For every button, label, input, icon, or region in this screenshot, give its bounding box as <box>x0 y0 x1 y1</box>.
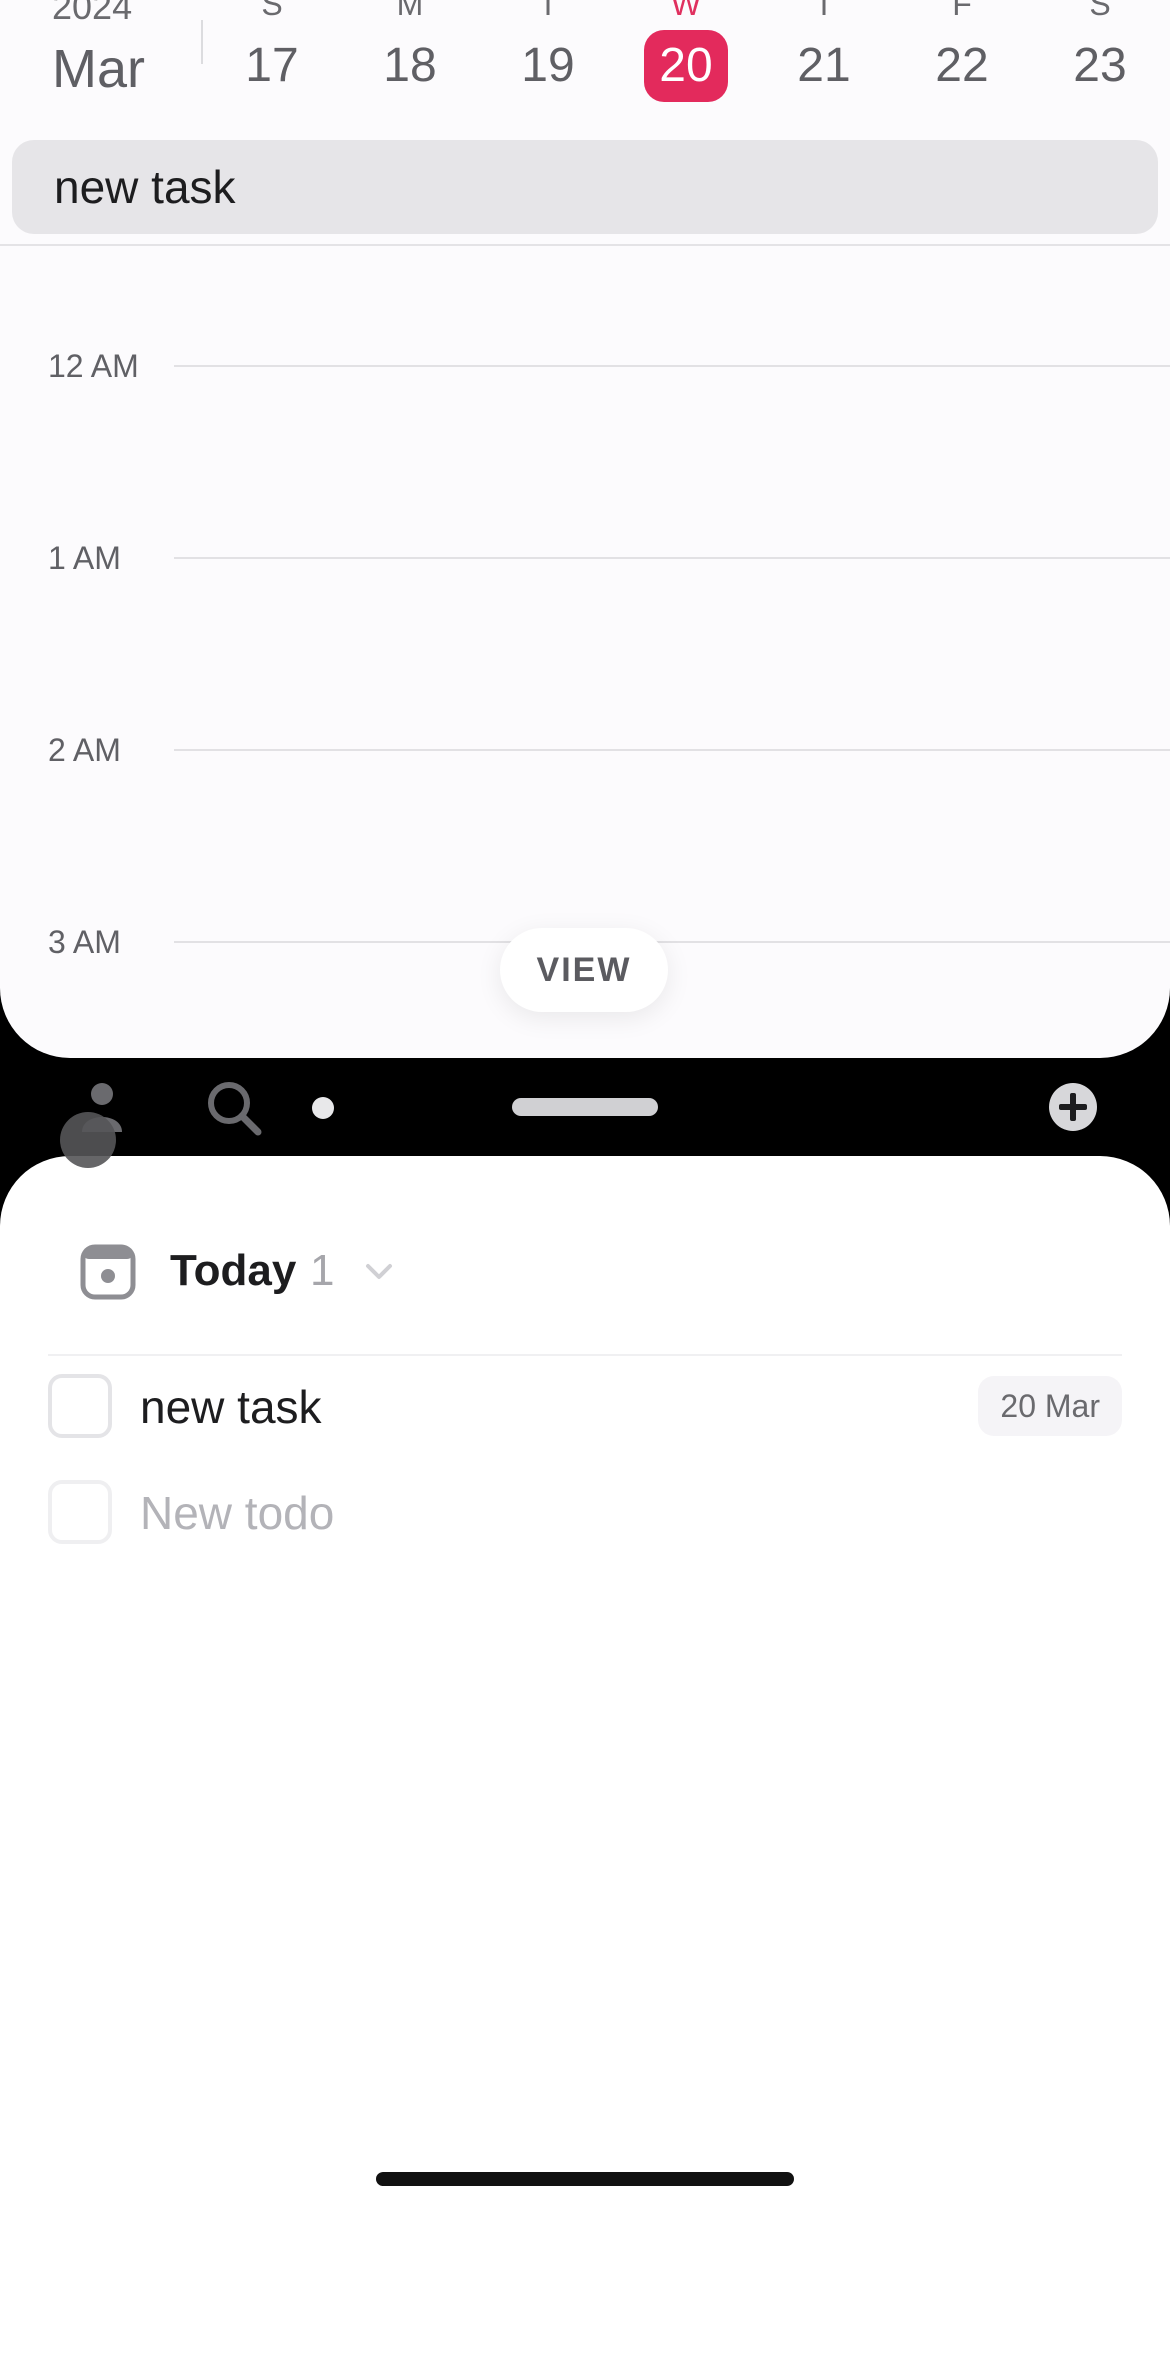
task-row[interactable]: new task 20 Mar <box>48 1374 1122 1440</box>
task-checkbox[interactable] <box>48 1374 112 1438</box>
day-number: 18 <box>383 39 437 92</box>
task-list-panel: Today 1 new task 20 Mar New todo <box>0 1156 1170 2374</box>
hour-row-12am[interactable]: 12 AM <box>0 346 1170 386</box>
hour-label: 2 AM <box>48 732 121 768</box>
task-title[interactable]: new task <box>140 1374 322 1440</box>
drag-touch-indicator <box>60 1112 116 1168</box>
day-number-selected: 20 <box>644 30 728 102</box>
sheet-drag-handle[interactable] <box>512 1098 658 1116</box>
day-column-sun[interactable]: S 17 <box>222 0 322 110</box>
new-todo-input[interactable]: New todo <box>140 1480 334 1546</box>
day-of-week: S <box>1089 0 1111 22</box>
dot-icon[interactable] <box>311 1096 335 1120</box>
day-column-thu[interactable]: T 21 <box>774 0 874 110</box>
month-label: Mar <box>52 39 145 99</box>
day-column-fri[interactable]: F 22 <box>912 0 1012 110</box>
list-title: Today <box>170 1246 297 1295</box>
view-button[interactable]: VIEW <box>500 928 668 1012</box>
day-column-mon[interactable]: M 18 <box>360 0 460 110</box>
hour-row-2am[interactable]: 2 AM <box>0 730 1170 770</box>
day-column-wed-selected[interactable]: W 20 <box>636 0 736 110</box>
day-of-week: W <box>670 0 702 22</box>
day-number: 17 <box>245 39 299 92</box>
hour-line <box>174 557 1170 559</box>
task-date-badge: 20 Mar <box>978 1376 1122 1436</box>
day-of-week: T <box>538 0 558 22</box>
task-count: 1 <box>310 1246 335 1295</box>
day-number: 22 <box>935 39 989 92</box>
hour-row-1am[interactable]: 1 AM <box>0 538 1170 578</box>
toolbar <box>0 1058 1170 1158</box>
day-of-week: T <box>814 0 834 22</box>
new-todo-checkbox <box>48 1480 112 1544</box>
all-day-event[interactable]: new task <box>12 140 1158 234</box>
day-column-sat[interactable]: S 23 <box>1050 0 1150 110</box>
week-header: 2024 Mar S 17 M 18 T 19 W 20 T 21 F 22 S <box>0 0 1170 136</box>
day-of-week: M <box>396 0 424 22</box>
day-number: 23 <box>1073 39 1127 92</box>
hour-line <box>174 749 1170 751</box>
calendar-panel: 2024 Mar S 17 M 18 T 19 W 20 T 21 F 22 S <box>0 0 1170 1058</box>
year-label: 2024 <box>52 0 133 27</box>
search-icon[interactable] <box>204 1078 264 1138</box>
hour-line <box>174 365 1170 367</box>
add-circle-icon[interactable] <box>1048 1082 1098 1132</box>
hour-line <box>174 941 1170 943</box>
chevron-down-icon[interactable] <box>362 1256 396 1286</box>
day-of-week: S <box>261 0 283 22</box>
day-number: 21 <box>797 39 851 92</box>
header-divider <box>0 244 1170 246</box>
day-number: 19 <box>521 39 575 92</box>
hour-label: 3 AM <box>48 924 121 960</box>
hour-label: 12 AM <box>48 348 139 384</box>
day-column-tue[interactable]: T 19 <box>498 0 598 110</box>
today-calendar-icon <box>80 1244 136 1300</box>
home-indicator[interactable] <box>376 2172 794 2186</box>
day-of-week: F <box>952 0 972 22</box>
list-divider <box>48 1354 1122 1356</box>
header-separator <box>201 20 203 64</box>
new-todo-row[interactable]: New todo <box>48 1480 1122 1546</box>
hour-label: 1 AM <box>48 540 121 576</box>
